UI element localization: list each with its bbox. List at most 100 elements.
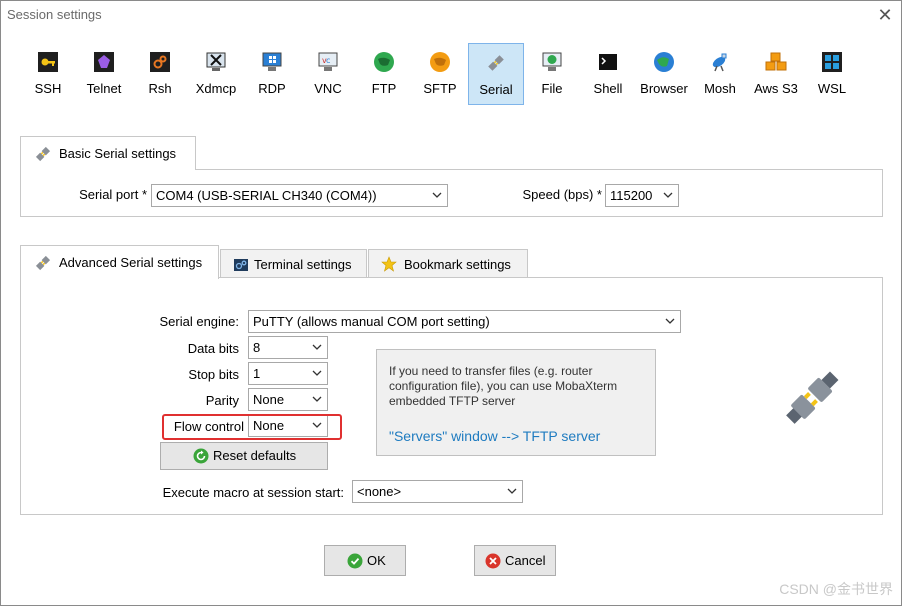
reset-icon [193, 448, 209, 464]
speed-select[interactable]: 115200 [605, 184, 679, 207]
chevron-down-icon [312, 396, 322, 402]
cancel-label: Cancel [505, 552, 546, 568]
chevron-down-icon [312, 370, 322, 376]
tool-ftp[interactable]: FTP [357, 43, 411, 105]
basic-settings-panel: Serial port * COM4 (USB-SERIAL CH340 (CO… [20, 169, 883, 217]
serial-plug-icon [488, 55, 504, 71]
tool-label: SSH [34, 81, 62, 96]
parity-value: None [253, 392, 285, 407]
reset-defaults-button[interactable]: Reset defaults [160, 442, 328, 470]
tool-file[interactable]: File [525, 43, 579, 105]
serial-port-select[interactable]: COM4 (USB-SERIAL CH340 (COM4)) [151, 184, 448, 207]
tool-label: Browser [640, 81, 688, 96]
stop-bits-value: 1 [253, 366, 261, 381]
tool-label: File [541, 81, 563, 96]
tftp-server-link[interactable]: "Servers" window --> TFTP server [389, 428, 600, 444]
chevron-down-icon [432, 192, 442, 198]
ok-label: OK [367, 552, 386, 568]
execute-macro-select[interactable]: <none> [352, 480, 523, 503]
chevron-down-icon [665, 318, 675, 324]
tab-label: Advanced Serial settings [59, 255, 203, 270]
tool-telnet[interactable]: Telnet [77, 43, 131, 105]
terminal-settings-icon [234, 259, 248, 271]
session-settings-window: Session settings ✕ SSH Telnet Rsh Xdmcp … [0, 0, 902, 606]
tool-label: Rsh [148, 81, 172, 96]
vnc-icon: vc [318, 52, 338, 71]
speed-label: Speed (bps) * [522, 187, 603, 202]
serial-engine-select[interactable]: PuTTY (allows manual COM port setting) [248, 310, 681, 333]
speed-value: 115200 [610, 188, 653, 203]
tab-basic-serial-settings[interactable]: Basic Serial settings [20, 136, 196, 170]
telnet-icon [94, 52, 114, 72]
chevron-down-icon [663, 192, 673, 198]
chevron-down-icon [507, 488, 517, 494]
browser-globe-icon [654, 52, 674, 72]
cancel-x-icon [485, 553, 501, 568]
stop-bits-select[interactable]: 1 [248, 362, 328, 385]
reset-defaults-label: Reset defaults [213, 448, 297, 463]
checkmark-icon [347, 553, 363, 568]
tool-browser[interactable]: Browser [637, 43, 691, 105]
svg-text:c: c [326, 56, 330, 65]
tool-label: WSL [817, 81, 847, 96]
watermark-text: CSDN @金书世界 [779, 581, 893, 597]
parity-label: Parity [205, 393, 239, 408]
chevron-down-icon [312, 344, 322, 350]
title-bar: Session settings ✕ [1, 1, 901, 29]
tftp-info-box: If you need to transfer files (e.g. rout… [376, 349, 656, 456]
serial-port-value: COM4 (USB-SERIAL CH340 (COM4)) [156, 188, 377, 203]
key-icon [38, 52, 58, 72]
rdp-monitor-icon [262, 52, 282, 71]
parity-select[interactable]: None [248, 388, 328, 411]
serial-plug-large-icon [786, 371, 839, 424]
tool-serial[interactable]: Serial [468, 43, 524, 105]
stop-bits-label: Stop bits [188, 367, 239, 382]
tool-ssh[interactable]: SSH [21, 43, 75, 105]
close-icon[interactable]: ✕ [873, 3, 897, 27]
window-title: Session settings [7, 7, 102, 22]
tool-rdp[interactable]: RDP [245, 43, 299, 105]
tool-label: Mosh [704, 81, 736, 96]
aws-cubes-icon [765, 52, 787, 71]
tftp-info-text: If you need to transfer files (e.g. rout… [389, 364, 618, 408]
tool-mosh[interactable]: Mosh [693, 43, 747, 105]
serial-port-label: Serial port * [79, 187, 147, 202]
tool-label: SFTP [423, 81, 457, 96]
tab-label: Terminal settings [254, 257, 352, 272]
tool-label: Shell [593, 81, 623, 96]
tool-label: Aws S3 [754, 81, 798, 96]
flow-control-highlight [162, 414, 342, 440]
tab-label: Bookmark settings [404, 257, 511, 272]
file-monitor-icon [542, 52, 562, 71]
tool-label: RDP [258, 81, 286, 96]
tab-terminal-settings[interactable]: Terminal settings [220, 249, 367, 278]
star-icon [381, 256, 397, 272]
windows-icon [822, 52, 842, 72]
data-bits-select[interactable]: 8 [248, 336, 328, 359]
tool-label: Serial [479, 82, 513, 97]
ok-button[interactable]: OK [324, 545, 406, 576]
cancel-button[interactable]: Cancel [474, 545, 556, 576]
tool-aws-s3[interactable]: Aws S3 [749, 43, 803, 105]
rsh-icon [150, 52, 170, 72]
ftp-globe-icon [374, 52, 394, 72]
serial-engine-label: Serial engine: [159, 314, 240, 329]
tab-bookmark-settings[interactable]: Bookmark settings [368, 249, 528, 278]
tool-label: VNC [314, 81, 342, 96]
tab-advanced-serial-settings[interactable]: Advanced Serial settings [20, 245, 219, 279]
tool-label: Xdmcp [195, 81, 237, 96]
tool-sftp[interactable]: SFTP [413, 43, 467, 105]
tool-wsl[interactable]: WSL [805, 43, 859, 105]
tool-rsh[interactable]: Rsh [133, 43, 187, 105]
data-bits-value: 8 [253, 340, 261, 355]
shell-terminal-icon [599, 54, 617, 70]
tool-label: Telnet [86, 81, 122, 96]
xdmcp-icon [206, 52, 226, 71]
execute-macro-label: Execute macro at session start: [162, 485, 344, 500]
tool-xdmcp[interactable]: Xdmcp [189, 43, 243, 105]
tool-shell[interactable]: Shell [581, 43, 635, 105]
tool-vnc[interactable]: vc VNC [301, 43, 355, 105]
execute-macro-value: <none> [357, 484, 402, 499]
serial-plug-icon [35, 255, 51, 271]
sftp-globe-icon [430, 52, 450, 72]
